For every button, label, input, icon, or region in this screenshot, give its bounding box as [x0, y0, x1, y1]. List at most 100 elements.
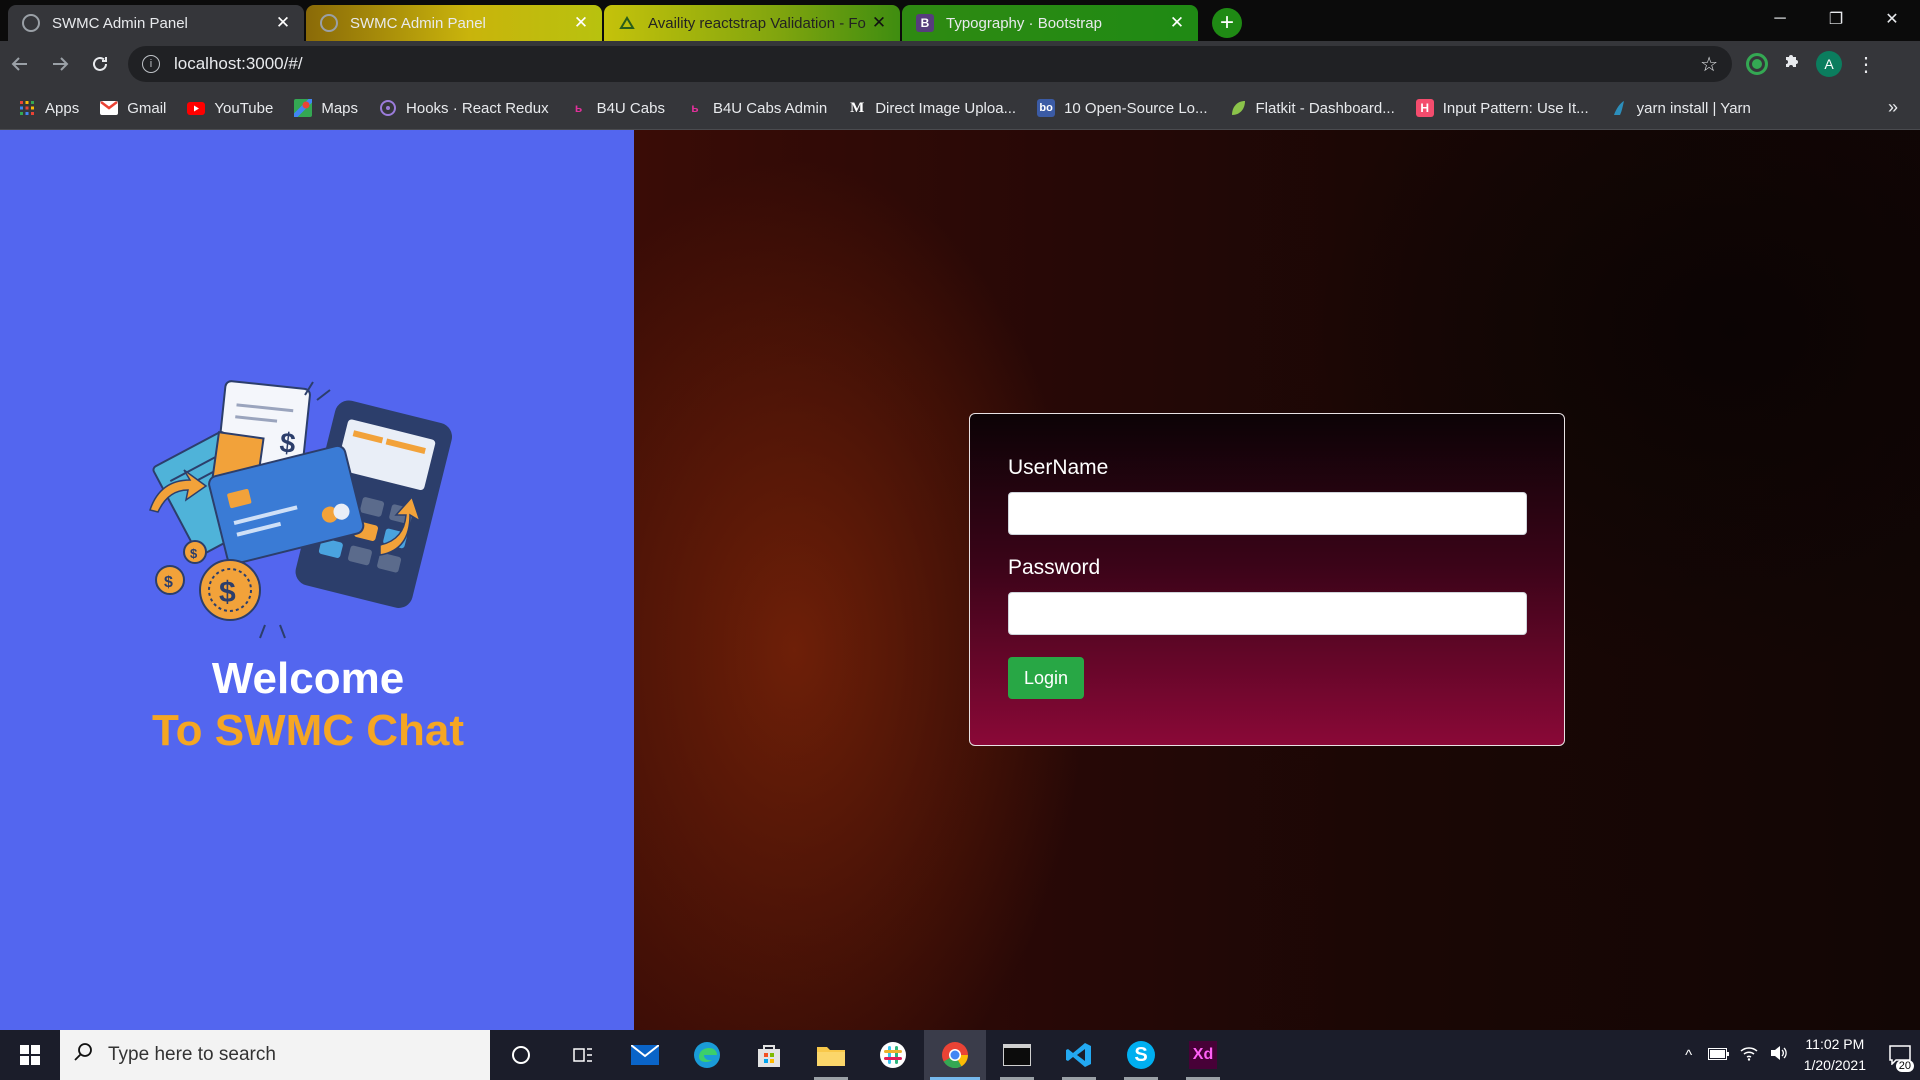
- tab-bootstrap-typography[interactable]: B Typography · Bootstrap ✕: [902, 5, 1198, 41]
- address-bar[interactable]: i localhost:3000/#/ ☆: [128, 46, 1732, 82]
- show-hidden-icons-chevron-icon[interactable]: ^: [1674, 1047, 1704, 1064]
- taskbar-clock[interactable]: 11:02 PM 1/20/2021: [1804, 1034, 1866, 1076]
- bookmark-maps[interactable]: Maps: [294, 99, 358, 117]
- minimize-button[interactable]: ─: [1752, 0, 1808, 38]
- adobe-xd-icon: Xd: [1189, 1041, 1217, 1069]
- bookmark-hooks-react-redux[interactable]: Hooks · React Redux: [379, 99, 549, 117]
- battery-icon[interactable]: [1704, 1047, 1734, 1064]
- welcome-heading: Welcome: [211, 654, 405, 703]
- bookmark-label: Gmail: [127, 99, 167, 117]
- tab-title: SWMC Admin Panel: [350, 14, 486, 32]
- b4u-icon: ь: [574, 101, 583, 115]
- back-button[interactable]: [0, 46, 40, 82]
- close-icon[interactable]: ✕: [868, 12, 890, 34]
- volume-icon[interactable]: [1764, 1045, 1794, 1065]
- tab-swmc-admin-2[interactable]: SWMC Admin Panel ✕: [306, 5, 602, 41]
- profile-avatar[interactable]: A: [1816, 51, 1842, 77]
- maps-icon: [294, 99, 313, 117]
- chrome-icon: [942, 1042, 968, 1069]
- bookmark-yarn-install[interactable]: yarn install | Yarn: [1610, 99, 1751, 117]
- bookmark-label: B4U Cabs: [596, 99, 665, 117]
- tab-title: SWMC Admin Panel: [52, 14, 188, 32]
- flatkit-leaf-icon: [1229, 99, 1247, 117]
- restore-button[interactable]: ❐: [1808, 0, 1864, 38]
- system-tray: ^ 11:02 PM 1/20/2021 20: [1674, 1030, 1920, 1080]
- cortana-icon: [512, 1046, 530, 1064]
- reload-button[interactable]: [80, 46, 120, 82]
- login-button[interactable]: Login: [1008, 657, 1084, 699]
- login-form: UserName Password Login: [969, 413, 1565, 746]
- bookmark-open-source-lo[interactable]: bo 10 Open-Source Lo...: [1037, 99, 1208, 117]
- bookmark-star-icon[interactable]: ☆: [1700, 52, 1718, 77]
- chrome-menu-icon[interactable]: ⋮: [1856, 52, 1876, 77]
- svg-text:$: $: [190, 546, 198, 561]
- store-app-button[interactable]: [738, 1030, 800, 1080]
- clock-date: 1/20/2021: [1803, 1057, 1866, 1073]
- yarn-icon: [1610, 99, 1628, 117]
- bookmark-label: Flatkit - Dashboard...: [1255, 99, 1395, 117]
- vscode-icon: [1066, 1043, 1091, 1067]
- search-placeholder: Type here to search: [108, 1044, 276, 1065]
- medium-icon: M: [850, 99, 865, 116]
- vscode-app-button[interactable]: [1048, 1030, 1110, 1080]
- chrome-app-button[interactable]: [924, 1030, 986, 1080]
- terminal-icon: [1003, 1044, 1031, 1066]
- skype-app-button[interactable]: S: [1110, 1030, 1172, 1080]
- web-page: $ $ $ $ Welcome To SWMC Chat UserName Pa…: [0, 130, 1920, 1030]
- more-bookmarks-chevron-icon[interactable]: »: [1888, 97, 1898, 118]
- action-center-button[interactable]: 20: [1880, 1030, 1920, 1080]
- bookmark-apps[interactable]: Apps: [18, 99, 79, 117]
- close-window-button[interactable]: ✕: [1864, 0, 1920, 38]
- availity-icon: [618, 14, 636, 32]
- bookmark-direct-image-upload[interactable]: M Direct Image Uploa...: [848, 99, 1016, 117]
- edge-app-button[interactable]: [676, 1030, 738, 1080]
- slack-icon: [880, 1042, 906, 1068]
- bookmark-label: Direct Image Uploa...: [875, 99, 1017, 117]
- close-icon[interactable]: ✕: [1166, 12, 1188, 34]
- close-icon[interactable]: ✕: [272, 12, 294, 34]
- bookmark-label: B4U Cabs Admin: [712, 99, 828, 117]
- new-tab-button[interactable]: +: [1212, 8, 1242, 38]
- password-field[interactable]: [1008, 592, 1527, 635]
- cortana-button[interactable]: [490, 1030, 552, 1080]
- windows-taskbar: Type here to search S Xd ^ 11:02 PM 1/20…: [0, 1030, 1920, 1080]
- adobe-xd-app-button[interactable]: Xd: [1172, 1030, 1234, 1080]
- slack-app-button[interactable]: [862, 1030, 924, 1080]
- wifi-icon[interactable]: [1734, 1045, 1764, 1065]
- file-explorer-button[interactable]: [800, 1030, 862, 1080]
- close-icon[interactable]: ✕: [570, 12, 592, 34]
- tab-swmc-admin-1[interactable]: SWMC Admin Panel ✕: [8, 5, 304, 41]
- bookmark-label: YouTube: [214, 99, 274, 117]
- bookmark-flatkit-dashboard[interactable]: Flatkit - Dashboard...: [1229, 99, 1395, 117]
- bookmark-label: 10 Open-Source Lo...: [1064, 99, 1208, 117]
- finance-illustration-icon: $ $ $ $: [149, 380, 453, 639]
- bookmark-gmail[interactable]: Gmail: [100, 99, 166, 117]
- terminal-app-button[interactable]: [986, 1030, 1048, 1080]
- bookmark-b4u-cabs-admin[interactable]: ь B4U Cabs Admin: [686, 99, 827, 117]
- extensions-puzzle-icon[interactable]: [1782, 51, 1802, 77]
- search-icon: [74, 1042, 94, 1068]
- site-info-icon[interactable]: i: [142, 55, 160, 73]
- task-view-button[interactable]: [552, 1030, 614, 1080]
- password-label: Password: [1008, 556, 1101, 579]
- url-text[interactable]: localhost:3000/#/: [174, 54, 1700, 74]
- bookmark-youtube[interactable]: YouTube: [187, 99, 273, 117]
- b4u-icon: ь: [691, 101, 699, 115]
- forward-button[interactable]: [40, 46, 80, 82]
- welcome-panel: $ $ $ $ Welcome To SWMC Chat: [0, 130, 634, 1030]
- bookmarks-bar: Apps Gmail YouTube Maps Hooks · React Re…: [0, 87, 1920, 130]
- store-icon: [758, 1045, 780, 1067]
- taskbar-search-box[interactable]: Type here to search: [60, 1030, 490, 1080]
- extension-target-icon[interactable]: [1746, 53, 1768, 75]
- bootstrap-icon: B: [916, 14, 934, 32]
- circle-loading-icon: [320, 14, 338, 32]
- mail-app-button[interactable]: [614, 1030, 676, 1080]
- bookmark-input-pattern[interactable]: H Input Pattern: Use It...: [1415, 99, 1589, 117]
- bookmark-label: Apps: [45, 99, 80, 117]
- bo-icon: bo: [1037, 99, 1056, 117]
- bookmark-b4u-cabs[interactable]: ь B4U Cabs: [570, 99, 665, 117]
- start-button[interactable]: [0, 1030, 60, 1080]
- tab-availity[interactable]: Availity reactstrap Validation - Fo ✕: [604, 5, 900, 41]
- username-field[interactable]: [1008, 492, 1527, 535]
- bookmark-label: yarn install | Yarn: [1636, 99, 1751, 117]
